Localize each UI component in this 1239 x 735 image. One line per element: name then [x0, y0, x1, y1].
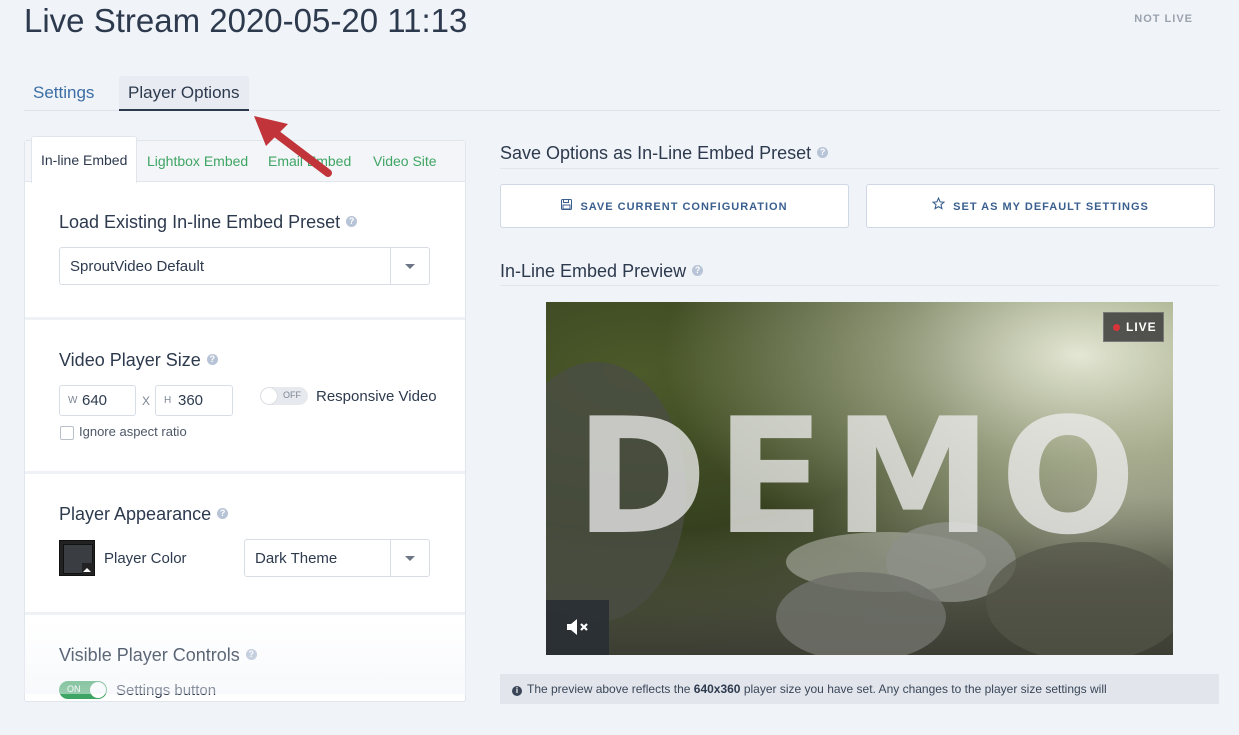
settings-button-toggle[interactable]: ON — [59, 681, 107, 699]
toggle-knob — [261, 388, 277, 404]
player-color-label: Player Color — [104, 550, 187, 567]
ignore-aspect-checkbox[interactable] — [60, 426, 74, 440]
height-input[interactable]: H 360 — [155, 385, 233, 416]
preset-select[interactable]: SproutVideo Default — [59, 247, 430, 285]
save-options-heading: Save Options as In-Line Embed Preset? — [500, 143, 829, 164]
preview-heading: In-Line Embed Preview? — [500, 261, 704, 282]
width-input[interactable]: W 640 — [59, 385, 136, 416]
stream-status: NOT LIVE — [1134, 13, 1193, 25]
controls-heading-text: Visible Player Controls — [59, 645, 240, 665]
player-size-heading: Video Player Size? — [59, 350, 218, 371]
info-icon: i — [512, 686, 522, 696]
floppy-disk-icon — [561, 185, 573, 227]
help-icon[interactable]: ? — [692, 264, 704, 276]
preset-selected-value: SproutVideo Default — [70, 258, 204, 275]
preset-heading: Load Existing In-line Embed Preset? — [59, 212, 358, 233]
divider — [500, 285, 1219, 286]
appearance-section: Player Appearance? Player Color Dark The… — [25, 474, 465, 615]
toggle-state: ON — [67, 684, 81, 694]
speaker-muted-icon — [567, 619, 588, 635]
tab-settings[interactable]: Settings — [24, 76, 103, 109]
help-icon[interactable]: ? — [245, 648, 257, 660]
tab-player-options[interactable]: Player Options — [119, 76, 249, 111]
video-preview[interactable]: DEMO LIVE — [546, 302, 1173, 655]
width-label: W — [68, 395, 78, 406]
preview-notice: i The preview above reflects the 640x360 … — [500, 674, 1219, 704]
live-badge-label: LIVE — [1126, 320, 1157, 334]
appearance-heading: Player Appearance? — [59, 504, 229, 525]
set-default-label: SET AS MY DEFAULT SETTINGS — [953, 201, 1149, 213]
settings-button-label: Settings button — [116, 682, 217, 699]
responsive-video-label: Responsive Video — [316, 388, 437, 405]
tab-inline-embed[interactable]: In-line Embed — [31, 136, 138, 183]
embed-options-panel: In-line Embed Lightbox Embed Email Embed… — [24, 136, 466, 702]
ignore-aspect-label: Ignore aspect ratio — [79, 424, 187, 439]
embed-type-tabs: In-line Embed Lightbox Embed Email Embed… — [25, 136, 465, 183]
scene-rock — [776, 572, 946, 655]
toggle-state: OFF — [283, 390, 301, 400]
responsive-video-toggle[interactable]: OFF — [260, 387, 308, 405]
controls-section: Visible Player Controls? ON Settings but… — [25, 615, 465, 735]
dimension-separator: X — [142, 394, 151, 408]
set-default-button[interactable]: SET AS MY DEFAULT SETTINGS — [866, 184, 1215, 228]
theme-select[interactable]: Dark Theme — [244, 539, 430, 577]
theme-selected-value: Dark Theme — [255, 550, 338, 567]
tab-lightbox-embed[interactable]: Lightbox Embed — [147, 141, 248, 181]
help-icon[interactable]: ? — [346, 215, 358, 227]
preset-section: Load Existing In-line Embed Preset? Spro… — [25, 182, 465, 320]
preview-heading-text: In-Line Embed Preview — [500, 261, 687, 281]
appearance-heading-text: Player Appearance — [59, 504, 212, 524]
toggle-knob — [90, 682, 106, 698]
help-icon[interactable]: ? — [817, 146, 829, 158]
demo-watermark: DEMO — [574, 383, 1145, 570]
divider — [500, 168, 1219, 169]
dropdown-toggle[interactable] — [390, 540, 429, 576]
chevron-down-icon — [405, 556, 415, 561]
player-size-heading-text: Video Player Size — [59, 350, 201, 370]
tab-video-site[interactable]: Video Site — [373, 141, 437, 181]
save-options-heading-text: Save Options as In-Line Embed Preset — [500, 143, 812, 163]
help-icon[interactable]: ? — [206, 353, 218, 365]
save-configuration-button[interactable]: SAVE CURRENT CONFIGURATION — [500, 184, 849, 228]
caret-up-icon — [83, 568, 91, 572]
width-value: 640 — [82, 392, 108, 409]
preset-heading-text: Load Existing In-line Embed Preset — [59, 212, 341, 232]
annotation-arrow-icon — [254, 116, 332, 177]
page-title: Live Stream 2020-05-20 11:13 — [24, 2, 468, 39]
save-configuration-label: SAVE CURRENT CONFIGURATION — [580, 201, 788, 213]
help-icon[interactable]: ? — [217, 507, 229, 519]
main-tabs: Settings Player Options — [24, 76, 1220, 111]
height-value: 360 — [178, 392, 204, 409]
dropdown-toggle[interactable] — [390, 248, 429, 284]
chevron-down-icon — [405, 264, 415, 269]
height-label: H — [164, 395, 172, 406]
live-dot-icon — [1113, 324, 1120, 331]
controls-heading: Visible Player Controls? — [59, 645, 257, 666]
player-size-section: Video Player Size? W 640 X H 360 OFF Res… — [25, 320, 465, 474]
star-icon — [931, 185, 946, 227]
player-color-swatch[interactable] — [59, 540, 95, 576]
live-badge: LIVE — [1103, 312, 1164, 342]
unmute-button[interactable] — [546, 600, 609, 655]
